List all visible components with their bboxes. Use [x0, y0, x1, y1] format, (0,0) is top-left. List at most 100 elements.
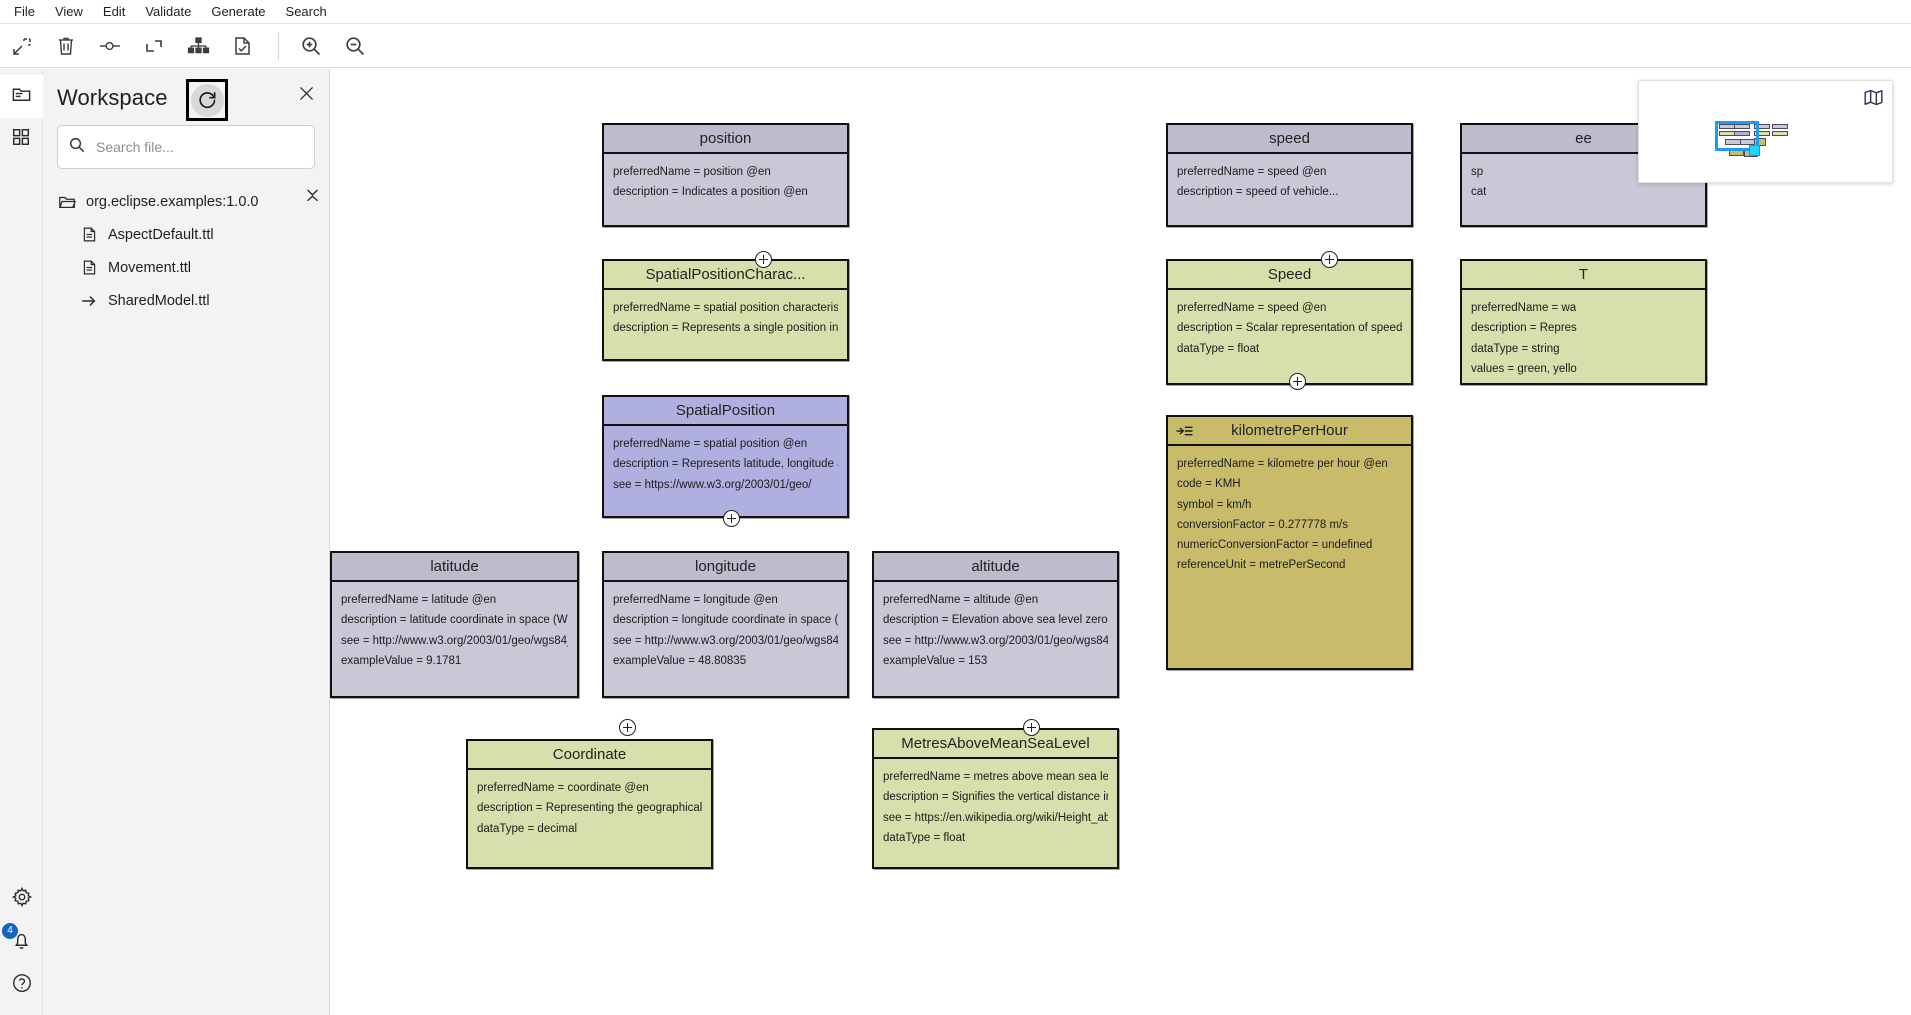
tree-item-project[interactable]: org.eclipse.examples:1.0.0	[43, 185, 329, 218]
rail-item-elements[interactable]	[0, 118, 43, 161]
node-attribute: preferredName = kilometre per hour @en	[1177, 454, 1402, 474]
align-button[interactable]	[132, 24, 176, 68]
minimap-panel[interactable]	[1638, 80, 1893, 183]
node-body: preferredName = coordinate @en descripti…	[468, 770, 711, 845]
minimap-node	[1719, 131, 1735, 136]
validate-file-button[interactable]	[220, 24, 264, 68]
collapse-all-button[interactable]	[301, 181, 323, 211]
expand-badge[interactable]	[755, 251, 772, 268]
fit-to-screen-button[interactable]	[0, 24, 44, 68]
rail-item-explorer[interactable]	[0, 75, 43, 118]
file-tree: org.eclipse.examples:1.0.0 AspectDefault…	[43, 185, 329, 317]
menu-item-generate[interactable]: Generate	[201, 2, 275, 21]
refresh-icon	[191, 84, 224, 117]
search-input[interactable]	[94, 138, 304, 156]
diagram-node-spatialpositioncharacteristic[interactable]: SpatialPositionCharac... preferredName =…	[602, 259, 849, 361]
diagram-node-latitude[interactable]: latitude preferredName = latitude @en de…	[330, 551, 579, 698]
search-file-container[interactable]	[57, 125, 315, 169]
node-attribute: preferredName = spatial position charact…	[613, 298, 838, 318]
node-title: longitude	[604, 553, 847, 582]
toolbar	[0, 24, 1911, 68]
node-attribute: description = Represents a single positi…	[613, 318, 838, 338]
diagram-canvas[interactable]: position preferredName = position @en de…	[330, 69, 1911, 1015]
node-body: preferredName = speed @en description = …	[1168, 290, 1411, 365]
rail-item-settings[interactable]	[0, 878, 43, 921]
menu-item-search[interactable]: Search	[276, 2, 337, 21]
zoom-out-button[interactable]	[333, 24, 377, 68]
node-attribute: dataType = float	[1177, 339, 1402, 359]
node-title: altitude	[874, 553, 1117, 582]
help-icon	[11, 972, 33, 999]
node-attribute: conversionFactor = 0.277778 m/s	[1177, 515, 1402, 535]
connector-icon	[98, 35, 122, 57]
node-title: latitude	[332, 553, 577, 582]
node-attribute: dataType = string	[1471, 339, 1696, 359]
node-attribute: description = Scalar representation of s…	[1177, 318, 1402, 338]
diagram-node-partial-characteristic[interactable]: T preferredName = wa description = Repre…	[1460, 259, 1707, 385]
expand-badge[interactable]	[723, 510, 740, 527]
minimap-node	[1729, 149, 1744, 156]
node-attribute: preferredName = altitude @en	[883, 590, 1108, 610]
rail-item-notifications[interactable]: 4	[0, 921, 43, 964]
map-icon[interactable]	[1864, 89, 1883, 111]
node-attribute: exampleValue = 9.1781	[341, 651, 568, 671]
node-body: preferredName = speed @en description = …	[1168, 154, 1411, 209]
node-attribute: description = Representing the geographi…	[477, 798, 702, 818]
node-attribute: preferredName = speed @en	[1177, 162, 1402, 182]
diagram-node-kilometreperhour[interactable]: kilometrePerHour preferredName = kilomet…	[1166, 415, 1413, 670]
connector-button[interactable]	[88, 24, 132, 68]
node-body: preferredName = altitude @en description…	[874, 582, 1117, 677]
node-attribute: dataType = decimal	[477, 819, 702, 839]
diagram-node-longitude[interactable]: longitude preferredName = longitude @en …	[602, 551, 849, 698]
diagram-node-position[interactable]: position preferredName = position @en de…	[602, 123, 849, 227]
menu-item-validate[interactable]: Validate	[135, 2, 201, 21]
expand-badge[interactable]	[619, 719, 636, 736]
node-attribute: code = KMH	[1177, 474, 1402, 494]
unit-icon	[1176, 424, 1193, 437]
zoom-out-icon	[343, 34, 367, 58]
auto-layout-button[interactable]	[176, 24, 220, 68]
menu-item-view[interactable]: View	[45, 2, 93, 21]
node-attribute: see = https://www.w3.org/2003/01/geo/	[613, 475, 838, 495]
refresh-workspace-button[interactable]	[186, 79, 228, 121]
node-body: preferredName = latitude @en description…	[332, 582, 577, 677]
diagram-node-coordinate[interactable]: Coordinate preferredName = coordinate @e…	[466, 739, 713, 869]
node-body: preferredName = longitude @en descriptio…	[604, 582, 847, 677]
diagram-node-speed-property[interactable]: speed preferredName = speed @en descript…	[1166, 123, 1413, 227]
node-title: position	[604, 125, 847, 154]
minimap-cursor	[1749, 145, 1760, 156]
node-attribute: see = https://en.wikipedia.org/wiki/Heig…	[883, 808, 1108, 828]
diagram-node-speed-characteristic[interactable]: Speed preferredName = speed @en descript…	[1166, 259, 1413, 385]
tree-item-movement[interactable]: Movement.ttl	[43, 251, 329, 284]
node-title-row: kilometrePerHour	[1168, 417, 1411, 446]
delete-button[interactable]	[44, 24, 88, 68]
diagram-node-altitude[interactable]: altitude preferredName = altitude @en de…	[872, 551, 1119, 698]
zoom-in-button[interactable]	[289, 24, 333, 68]
expand-badge[interactable]	[1023, 719, 1040, 736]
menu-bar: File View Edit Validate Generate Search	[0, 0, 1911, 24]
zoom-in-icon	[299, 34, 323, 58]
tree-item-aspectdefault[interactable]: AspectDefault.ttl	[43, 218, 329, 251]
rail-item-help[interactable]	[0, 964, 43, 1007]
minimap-node	[1754, 124, 1770, 129]
node-attribute: description = Indicates a position @en	[613, 182, 838, 202]
node-attribute: preferredName = longitude @en	[613, 590, 838, 610]
node-attribute: description = Represents latitude, longi…	[613, 454, 838, 474]
close-workspace-button[interactable]	[295, 85, 317, 107]
notification-badge: 4	[2, 923, 18, 939]
node-body: preferredName = metres above mean sea le…	[874, 759, 1117, 854]
diagram-node-metresabovemeansealevel[interactable]: MetresAboveMeanSeaLevel preferredName = …	[872, 728, 1119, 869]
minimap-node	[1725, 139, 1741, 145]
menu-item-edit[interactable]: Edit	[93, 2, 135, 21]
diagram-node-spatialposition[interactable]: SpatialPosition preferredName = spatial …	[602, 395, 849, 518]
tree-item-label: SharedModel.ttl	[108, 293, 210, 309]
file-icon	[79, 225, 99, 245]
tree-item-label: org.eclipse.examples:1.0.0	[86, 194, 259, 210]
expand-badge[interactable]	[1289, 373, 1306, 390]
node-attribute: values = green, yello	[1471, 359, 1696, 379]
expand-badge[interactable]	[1321, 251, 1338, 268]
tree-item-sharedmodel[interactable]: SharedModel.ttl	[43, 284, 329, 317]
node-body: preferredName = position @en description…	[604, 154, 847, 209]
node-attribute: numericConversionFactor = undefined	[1177, 535, 1402, 555]
menu-item-file[interactable]: File	[4, 2, 45, 21]
